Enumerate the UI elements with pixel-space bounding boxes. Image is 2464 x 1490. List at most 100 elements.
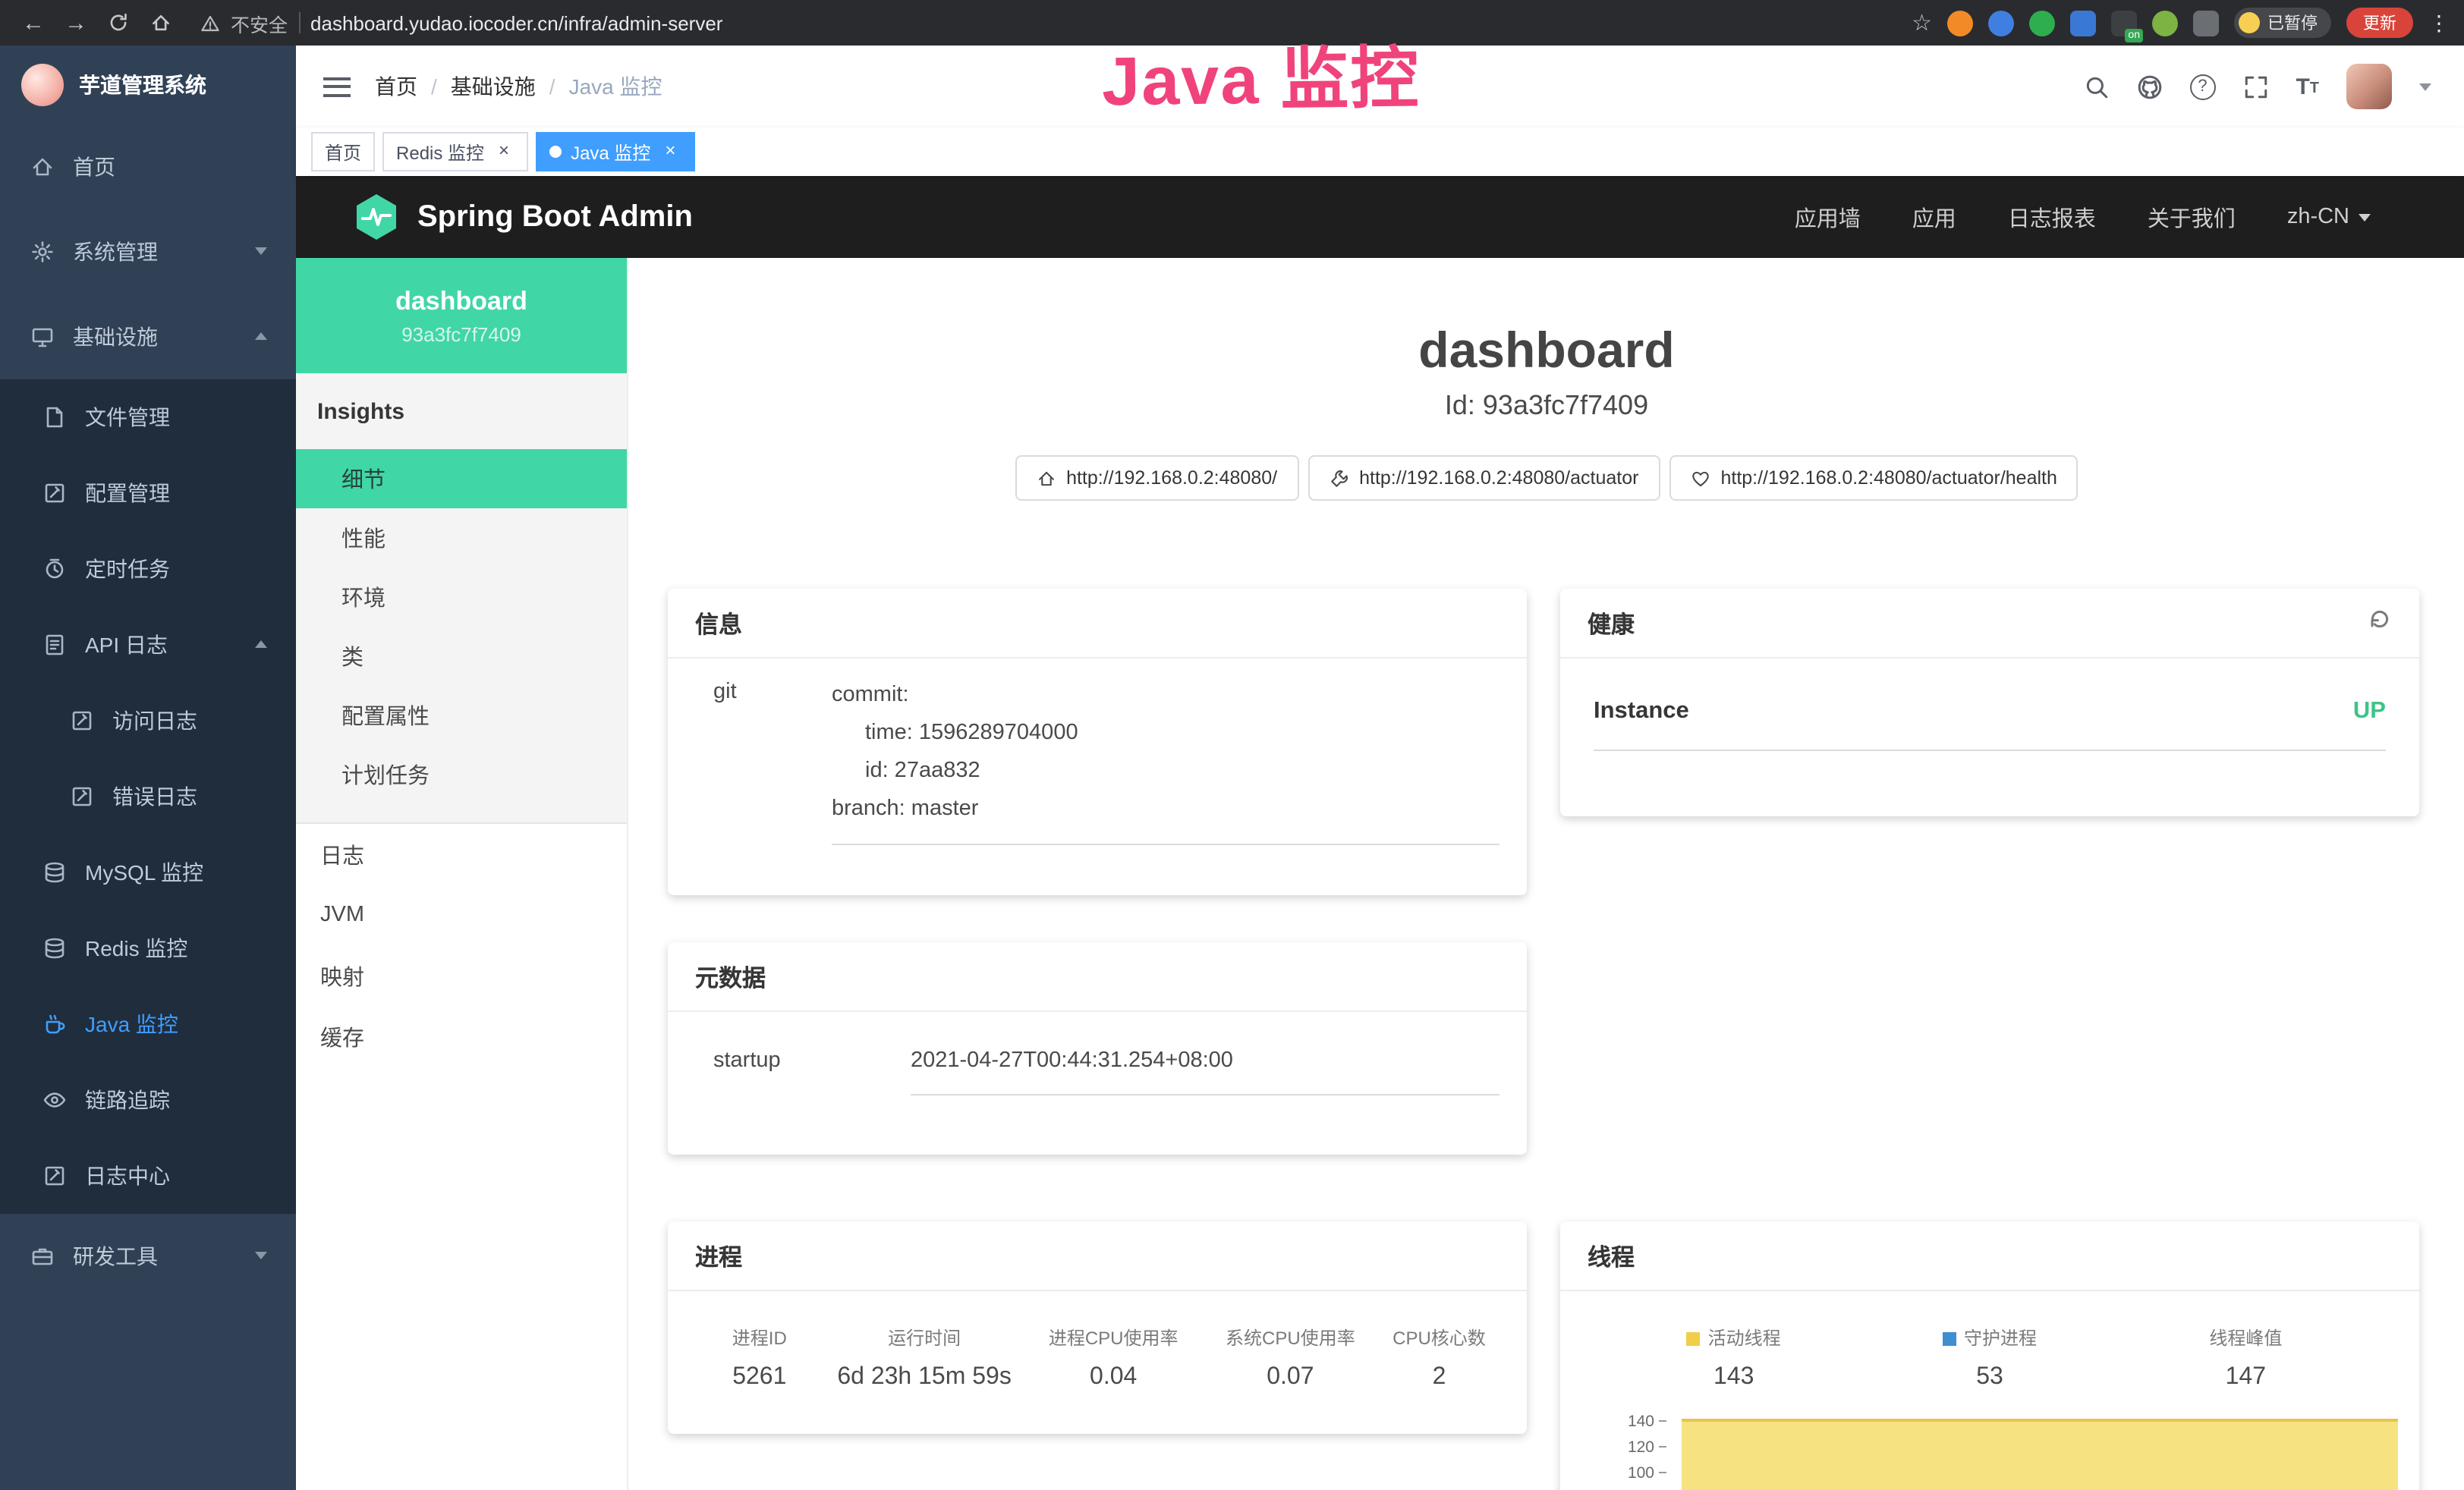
extension-green-icon[interactable] — [2029, 10, 2055, 36]
metric-label-text: 活动线程 — [1708, 1328, 1781, 1349]
sidebar-item-system[interactable]: 系统管理 — [0, 209, 296, 294]
tag-java-monitor[interactable]: Java 监控 × — [536, 132, 694, 171]
search-icon[interactable] — [2083, 74, 2109, 99]
sba-brand[interactable]: Spring Boot Admin — [354, 193, 693, 241]
sidebar-item-redis-monitor[interactable]: Redis 监控 — [0, 910, 296, 986]
health-instance-label: Instance — [1594, 698, 1689, 725]
url-text[interactable]: dashboard.yudao.iocoder.cn/infra/admin-s… — [310, 11, 722, 34]
actuator-url-button[interactable]: http://192.168.0.2:48080/actuator — [1308, 455, 1660, 501]
sidebar-item-tracing[interactable]: 链路追踪 — [0, 1062, 296, 1138]
reload-icon[interactable] — [97, 12, 140, 33]
sba-nav-wallboard[interactable]: 应用墙 — [1795, 201, 1861, 233]
avatar-caret-icon[interactable] — [2419, 83, 2431, 90]
security-label[interactable]: 不安全 — [231, 8, 288, 37]
close-icon[interactable]: × — [659, 141, 681, 162]
sba-menu-caches[interactable]: 缓存 — [296, 1006, 627, 1067]
sidebar-item-infrastructure[interactable]: 基础设施 — [0, 294, 296, 379]
sidebar-item-log-center[interactable]: 日志中心 — [0, 1138, 296, 1214]
health-url-button[interactable]: http://192.168.0.2:48080/actuator/health — [1669, 455, 2078, 501]
extension-grid-icon[interactable] — [2070, 10, 2096, 36]
font-size-icon[interactable]: T T — [2296, 75, 2319, 98]
sba-locale-select[interactable]: zh-CN — [2287, 205, 2371, 229]
metric-value: 0.04 — [1025, 1364, 1202, 1391]
history-icon[interactable] — [2368, 607, 2392, 639]
extension-switch-icon[interactable]: on — [2111, 10, 2137, 36]
sba-menu-environment[interactable]: 环境 — [296, 567, 627, 627]
extension-leaf-icon[interactable] — [2152, 10, 2178, 36]
tag-redis-monitor[interactable]: Redis 监控 × — [382, 132, 528, 171]
sba-menu-config-props[interactable]: 配置属性 — [296, 686, 627, 745]
on-badge: on — [2125, 28, 2143, 42]
sidebar-item-label: 定时任务 — [85, 554, 170, 584]
close-icon[interactable]: × — [493, 141, 515, 162]
github-icon[interactable] — [2136, 74, 2162, 99]
instance-id: 93a3fc7f7409 — [401, 322, 521, 345]
sba-nav-journal[interactable]: 日志报表 — [2008, 201, 2096, 233]
git-time-line: time: 1596289704000 — [832, 715, 1499, 753]
health-card: 健康 Instance UP — [1560, 589, 2419, 816]
instance-id-subtitle: Id: 93a3fc7f7409 — [628, 390, 2464, 422]
profile-face-icon — [2239, 12, 2260, 33]
sba-menu-details[interactable]: 细节 — [296, 449, 627, 508]
sidebar-item-access-logs[interactable]: 访问日志 — [0, 683, 296, 759]
legend-blue-icon — [1943, 1332, 1956, 1346]
metric-label-text: 守护进程 — [1964, 1328, 2037, 1349]
update-button[interactable]: 更新 — [2346, 8, 2413, 38]
instance-header[interactable]: dashboard 93a3fc7f7409 — [296, 258, 627, 373]
back-icon[interactable]: ← — [12, 10, 55, 36]
browser-home-icon[interactable] — [140, 12, 182, 33]
address-bar[interactable]: 不安全 dashboard.yudao.iocoder.cn/infra/adm… — [200, 8, 1912, 37]
page-title: dashboard — [628, 322, 2464, 379]
bookmark-star-icon[interactable]: ☆ — [1912, 9, 1932, 36]
extensions-puzzle-icon[interactable] — [2193, 10, 2219, 36]
wrench-icon — [1329, 468, 1348, 488]
main-content: dashboard Id: 93a3fc7f7409 http://192.16… — [628, 258, 2464, 1490]
help-icon[interactable]: ? — [2189, 74, 2215, 99]
sidebar-item-scheduled-jobs[interactable]: 定时任务 — [0, 531, 296, 607]
app-logo[interactable]: 芋道管理系统 — [0, 46, 296, 124]
sidebar-item-dev-tools[interactable]: 研发工具 — [0, 1214, 296, 1299]
breadcrumb-infrastructure[interactable]: 基础设施 — [451, 71, 536, 102]
service-url-button[interactable]: http://192.168.0.2:48080/ — [1015, 455, 1298, 501]
metric-process-cpu: 进程CPU使用率 0.04 — [1025, 1325, 1202, 1391]
breadcrumb-home[interactable]: 首页 — [375, 71, 417, 102]
sba-menu-classes[interactable]: 类 — [296, 627, 627, 686]
extension-fox-icon[interactable] — [1947, 10, 1973, 36]
chevron-up-icon — [255, 640, 269, 651]
metric-live-threads: 活动线程 143 — [1606, 1325, 1861, 1391]
sba-menu-metrics[interactable]: 性能 — [296, 508, 627, 567]
sba-nav-about[interactable]: 关于我们 — [2148, 201, 2236, 233]
clock-icon — [42, 557, 67, 581]
fullscreen-icon[interactable] — [2242, 74, 2268, 99]
sidebar-item-config[interactable]: 配置管理 — [0, 455, 296, 531]
annotation-overlay: Java 监控 — [1101, 23, 1421, 124]
sba-menu-mappings[interactable]: 映射 — [296, 945, 627, 1006]
legend-yellow-icon — [1687, 1332, 1701, 1346]
sidebar-item-home[interactable]: 首页 — [0, 124, 296, 209]
sidebar-item-java-monitor[interactable]: Java 监控 — [0, 986, 296, 1062]
sidebar-item-files[interactable]: 文件管理 — [0, 379, 296, 455]
insights-label: Insights — [296, 373, 627, 449]
tag-home[interactable]: 首页 — [311, 132, 375, 171]
sidebar-item-error-logs[interactable]: 错误日志 — [0, 759, 296, 835]
sba-menu-logs[interactable]: 日志 — [296, 824, 627, 885]
sba-menu-scheduled-tasks[interactable]: 计划任务 — [296, 745, 627, 804]
database-icon — [42, 936, 67, 960]
metric-label: CPU核心数 — [1379, 1325, 1499, 1350]
user-avatar[interactable] — [2346, 64, 2392, 109]
sidebar-item-api-logs[interactable]: API 日志 — [0, 607, 296, 683]
sba-nav-applications[interactable]: 应用 — [1912, 201, 1956, 233]
metric-label: 线程峰值 — [2118, 1325, 2374, 1350]
sba-menu-jvm[interactable]: JVM — [296, 885, 627, 945]
info-card: 信息 git commit: time: 1596289704000 id: 2… — [668, 589, 1527, 895]
sidebar-item-mysql-monitor[interactable]: MySQL 监控 — [0, 835, 296, 910]
profile-paused-badge[interactable]: 已暂停 — [2234, 8, 2331, 38]
forward-icon[interactable]: → — [55, 10, 97, 36]
extension-drop-icon[interactable] — [1988, 10, 2014, 36]
sidebar-item-label: 研发工具 — [73, 1241, 158, 1272]
browser-menu-icon[interactable]: ⋮ — [2428, 10, 2450, 36]
sba-locale-value: zh-CN — [2287, 205, 2349, 229]
live-threads-area — [1682, 1419, 2398, 1490]
hamburger-icon[interactable] — [323, 77, 351, 96]
metric-label: 进程ID — [695, 1325, 824, 1350]
